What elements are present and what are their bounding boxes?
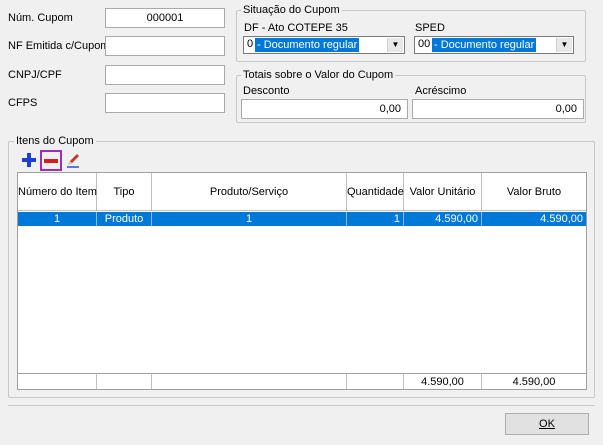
add-item-button[interactable] <box>20 151 38 169</box>
acrescimo-label: Acréscimo <box>415 85 467 97</box>
itens-grid[interactable]: Número do Item Tipo Produto/Serviço Quan… <box>17 172 587 390</box>
col-numero-item[interactable]: Número do Item <box>18 173 97 211</box>
cell-produto-servico: 1 <box>152 212 347 226</box>
df-label: DF - Ato COTEPE 35 <box>244 22 348 34</box>
desconto-label: Desconto <box>243 85 290 97</box>
cnpj-cpf-label: CNPJ/CPF <box>8 69 62 81</box>
totais-title: Totais sobre o Valor do Cupom <box>241 69 396 81</box>
remove-item-button[interactable] <box>40 150 62 171</box>
num-cupom-input[interactable]: 000001 <box>105 8 225 28</box>
sped-label: SPED <box>415 22 445 34</box>
total-valor-unitario: 4.590,00 <box>404 373 482 389</box>
col-produto-servico[interactable]: Produto/Serviço <box>152 173 347 211</box>
df-selected-text: - Documento regular <box>255 38 360 52</box>
cell-quantidade: 1 <box>347 212 404 226</box>
edit-item-button[interactable] <box>64 151 82 169</box>
cell-tipo: Produto <box>97 212 152 226</box>
nf-emitida-label: NF Emitida c/Cupom <box>8 40 110 52</box>
cfps-label: CFPS <box>8 97 38 109</box>
col-valor-bruto[interactable]: Valor Bruto <box>482 173 586 211</box>
df-select[interactable]: 0 - Documento regular ▼ <box>243 36 405 54</box>
col-valor-unitario[interactable]: Valor Unitário <box>404 173 482 211</box>
situacao-title: Situação do Cupom <box>241 4 342 16</box>
sped-code: 00 <box>418 38 431 50</box>
ok-button[interactable]: OK <box>505 413 589 435</box>
footer-cell <box>152 373 347 389</box>
cell-numero-item: 1 <box>18 212 97 226</box>
minus-icon <box>44 159 58 163</box>
acrescimo-input[interactable]: 0,00 <box>412 99 584 119</box>
sped-selected-text: - Documento regular <box>432 38 537 52</box>
num-cupom-label: Núm. Cupom <box>8 12 73 24</box>
cell-valor-bruto: 4.590,00 <box>540 213 583 225</box>
col-tipo[interactable]: Tipo <box>97 173 152 211</box>
plus-icon <box>22 153 36 167</box>
divider <box>8 405 595 406</box>
chevron-down-icon[interactable]: ▼ <box>556 38 572 52</box>
cfps-input[interactable] <box>105 93 225 113</box>
desconto-input[interactable]: 0,00 <box>241 99 408 119</box>
chevron-down-icon[interactable]: ▼ <box>387 38 403 52</box>
pencil-icon <box>67 154 79 168</box>
footer-cell <box>97 373 152 389</box>
df-code: 0 <box>247 38 254 50</box>
cnpj-cpf-input[interactable] <box>105 65 225 85</box>
footer-cell <box>18 373 97 389</box>
sped-select[interactable]: 00 - Documento regular ▼ <box>414 36 574 54</box>
col-quantidade[interactable]: Quantidade <box>347 173 404 211</box>
itens-title: Itens do Cupom <box>14 135 96 147</box>
total-valor-bruto: 4.590,00 <box>482 373 586 389</box>
cell-valor-unitario: 4.590,00 <box>404 212 482 226</box>
table-row[interactable]: 1 Produto 1 1 4.590,00 4.590,00 <box>18 212 586 226</box>
footer-cell <box>347 373 404 389</box>
nf-emitida-input[interactable] <box>105 36 225 56</box>
